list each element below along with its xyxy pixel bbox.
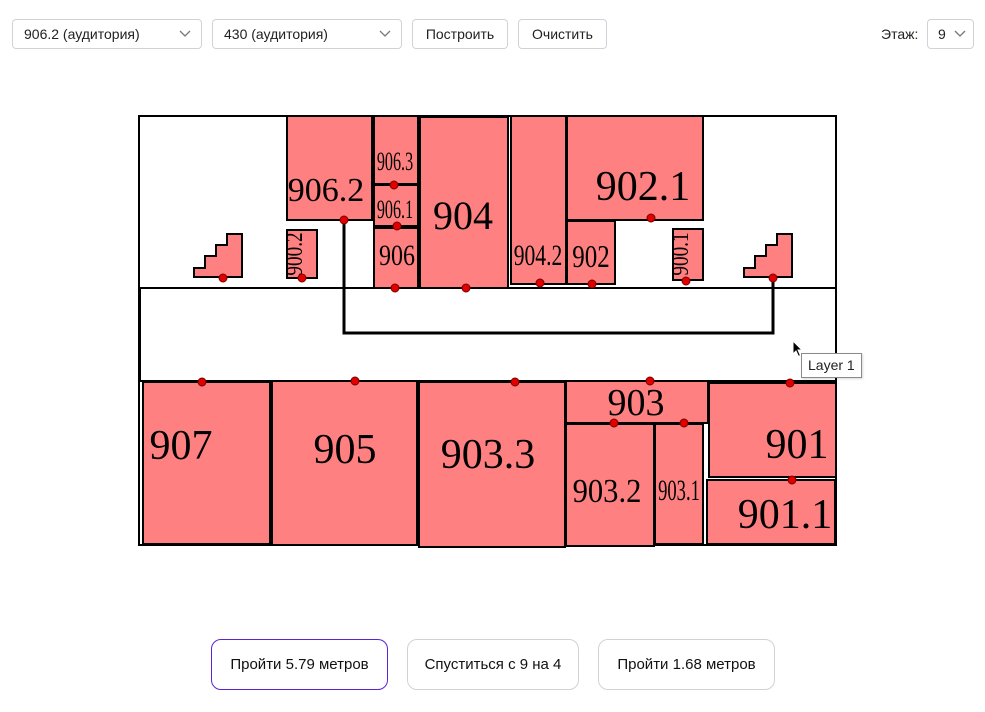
from-room-select[interactable]: 906.2 (аудитория)	[12, 19, 202, 49]
node-marker	[768, 273, 778, 283]
chevron-down-icon	[179, 30, 191, 37]
room-900-1[interactable]: 900.1	[667, 228, 704, 281]
node-marker	[350, 376, 360, 386]
to-room-value: 430 (аудитория)	[224, 26, 328, 42]
room-902-1[interactable]: 902.1	[566, 115, 704, 221]
room-label: 907	[150, 423, 213, 469]
node-marker	[785, 378, 795, 388]
node-marker	[389, 180, 399, 190]
floor-value: 9	[938, 26, 946, 42]
node-marker	[510, 377, 520, 387]
room-903-2[interactable]: 903.2	[565, 423, 655, 547]
node-marker	[390, 283, 400, 293]
room-label: 904.2	[514, 239, 563, 272]
room-901-1[interactable]: 901.1	[706, 479, 836, 545]
node-marker	[681, 276, 691, 286]
step-walk-2-button[interactable]: Пройти 1.68 метров	[598, 639, 775, 690]
chevron-down-icon	[954, 30, 966, 37]
toolbar: 906.2 (аудитория) 430 (аудитория) Постро…	[0, 0, 985, 70]
node-marker	[197, 377, 207, 387]
room-label: 906	[379, 238, 415, 271]
room-label: 900.2	[281, 232, 308, 275]
room-label: 905	[314, 427, 377, 473]
node-marker	[218, 273, 228, 283]
node-marker	[461, 283, 471, 293]
node-marker	[645, 376, 655, 386]
room-label: 903	[608, 382, 665, 424]
node-marker	[609, 418, 619, 428]
room-906-1[interactable]: 906.1	[373, 184, 419, 227]
room-label: 906.2	[288, 172, 365, 209]
room-905[interactable]: 905	[271, 380, 418, 546]
room-903[interactable]: 903	[565, 380, 709, 424]
room-label: 902.1	[596, 164, 691, 210]
clear-button[interactable]: Очистить	[518, 19, 607, 49]
room-902[interactable]: 902	[566, 220, 616, 285]
build-route-button[interactable]: Построить	[412, 19, 508, 49]
step-walk-button[interactable]: Пройти 5.79 метров	[211, 639, 388, 690]
node-marker	[587, 279, 597, 289]
room-label: 901	[766, 422, 829, 468]
room-907[interactable]: 907	[142, 381, 271, 545]
room-906[interactable]: 906	[373, 227, 419, 289]
room-label: 902	[572, 239, 609, 275]
from-room-value: 906.2 (аудитория)	[24, 26, 140, 42]
floor-label: Этаж:	[881, 26, 919, 42]
layer-tooltip: Layer 1	[801, 353, 862, 378]
step-descend-button[interactable]: Спуститься с 9 на 4	[407, 639, 579, 690]
room-903-3[interactable]: 903.3	[418, 381, 566, 548]
room-label: 903.2	[573, 472, 642, 510]
node-marker	[392, 221, 402, 231]
node-marker	[297, 273, 307, 283]
room-label: 900.1	[667, 232, 694, 275]
floor-select[interactable]: 9	[927, 19, 974, 49]
room-label: 903.3	[441, 432, 536, 478]
room-label: 906.1	[377, 195, 413, 224]
room-label: 906.3	[377, 147, 413, 176]
node-marker	[535, 278, 545, 288]
room-label: 903.1	[658, 475, 700, 507]
room-904[interactable]: 904	[419, 116, 509, 289]
room-900-2[interactable]: 900.2	[281, 229, 318, 279]
room-906-2[interactable]: 906.2	[286, 115, 373, 221]
room-label: 904	[433, 193, 493, 238]
room-901[interactable]: 901	[708, 382, 837, 478]
room-904-2[interactable]: 904.2	[510, 115, 567, 285]
node-marker	[787, 475, 797, 485]
room-903-1[interactable]: 903.1	[654, 423, 704, 545]
room-label: 901.1	[738, 492, 833, 538]
room-906-3[interactable]: 906.3	[373, 115, 419, 185]
node-marker	[646, 213, 656, 223]
node-marker	[339, 215, 349, 225]
chevron-down-icon	[379, 30, 391, 37]
node-marker	[679, 418, 689, 428]
to-room-select[interactable]: 430 (аудитория)	[212, 19, 402, 49]
